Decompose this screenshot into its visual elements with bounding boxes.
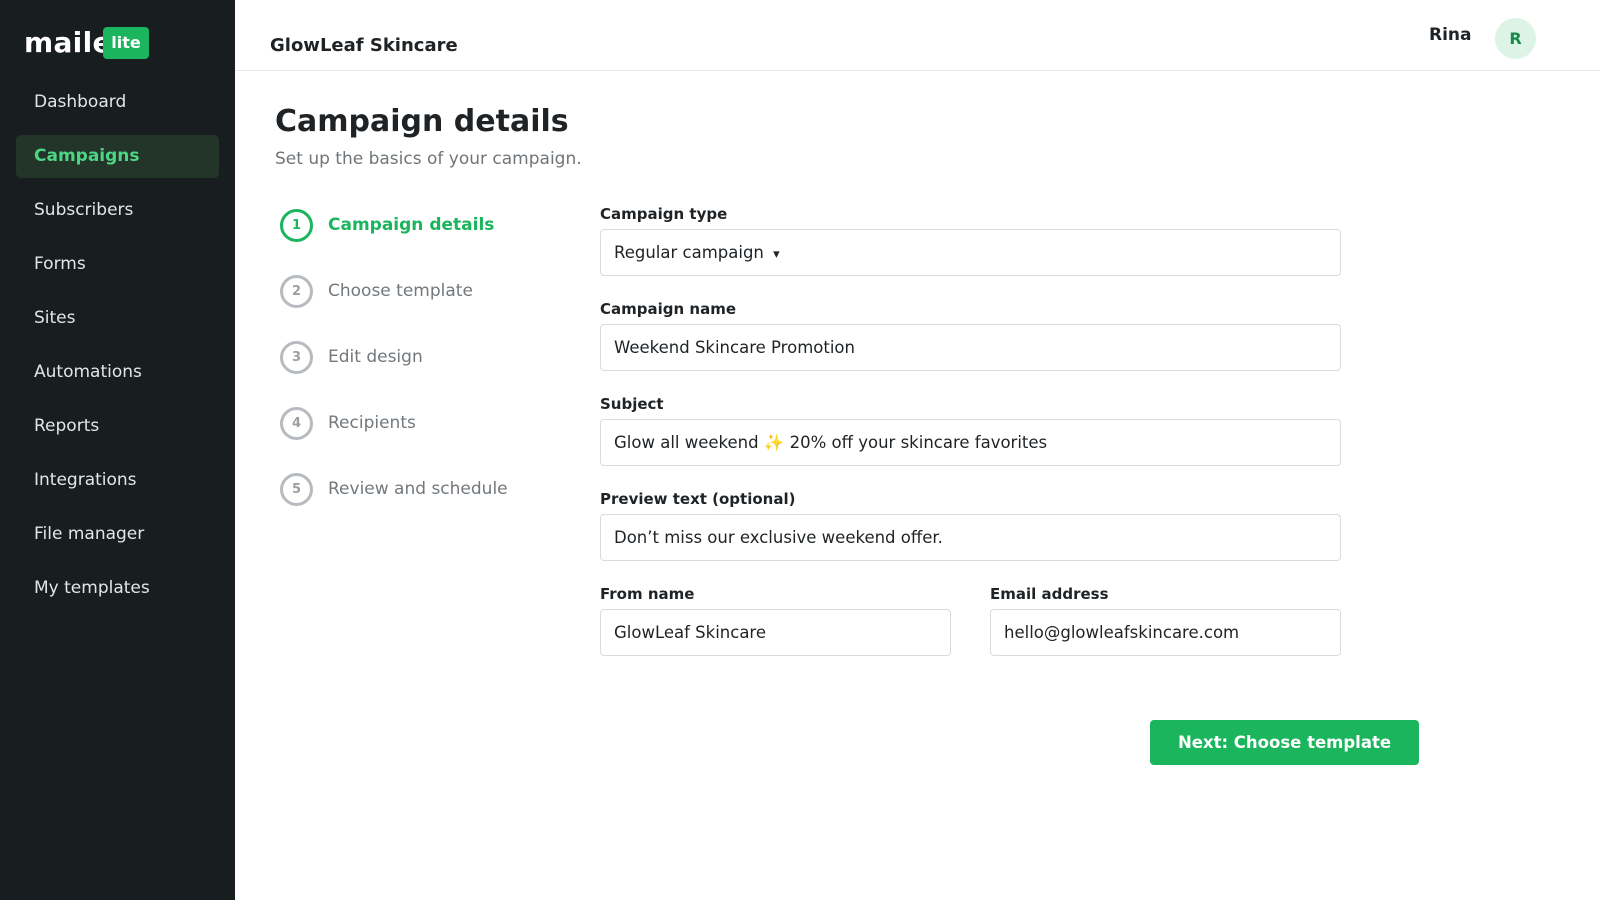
step-label: Review and schedule (328, 479, 508, 499)
sidebar-item-forms[interactable]: Forms (16, 243, 219, 286)
campaign-type-label: Campaign type (600, 205, 728, 223)
campaign-type-value: Regular campaign (614, 243, 764, 262)
step-number: 5 (280, 473, 313, 506)
step-number: 3 (280, 341, 313, 374)
sidebar-item-reports[interactable]: Reports (16, 405, 219, 448)
email-address-label: Email address (990, 585, 1109, 603)
step-number: 4 (280, 407, 313, 440)
sidebar-nav: Dashboard Campaigns Subscribers Forms Si… (16, 81, 219, 621)
sidebar-item-campaigns[interactable]: Campaigns (16, 135, 219, 178)
top-bar: GlowLeaf Skincare Rina R (235, 0, 1600, 71)
sidebar-item-my-templates[interactable]: My templates (16, 567, 219, 610)
step-label: Campaign details (328, 215, 495, 235)
subject-input[interactable] (600, 419, 1341, 466)
step-choose-template[interactable]: 2 Choose template (280, 275, 570, 309)
subject-label: Subject (600, 395, 664, 413)
step-recipients[interactable]: 4 Recipients (280, 407, 570, 441)
campaign-name-label: Campaign name (600, 300, 737, 318)
step-review-and-schedule[interactable]: 5 Review and schedule (280, 473, 570, 507)
organization-name: GlowLeaf Skincare (270, 35, 458, 56)
preview-text-label: Preview text (optional) (600, 490, 796, 508)
page-subtitle: Set up the basics of your campaign. (275, 149, 582, 169)
sidebar-item-sites[interactable]: Sites (16, 297, 219, 340)
page-title: Campaign details (275, 104, 569, 139)
sidebar-item-dashboard[interactable]: Dashboard (16, 81, 219, 124)
sidebar-item-automations[interactable]: Automations (16, 351, 219, 394)
from-name-label: From name (600, 585, 695, 603)
step-edit-design[interactable]: 3 Edit design (280, 341, 570, 375)
step-label: Edit design (328, 347, 423, 367)
sidebar-item-integrations[interactable]: Integrations (16, 459, 219, 502)
email-address-input[interactable] (990, 609, 1341, 656)
step-number: 2 (280, 275, 313, 308)
campaign-type-select[interactable]: Regular campaign ▾ (600, 229, 1341, 276)
user-name[interactable]: Rina (1429, 25, 1472, 45)
campaign-stepper: 1 Campaign details 2 Choose template 3 E… (280, 209, 570, 539)
chevron-down-icon: ▾ (773, 247, 780, 262)
step-campaign-details[interactable]: 1 Campaign details (280, 209, 570, 243)
step-label: Recipients (328, 413, 416, 433)
sidebar-item-file-manager[interactable]: File manager (16, 513, 219, 556)
preview-text-input[interactable] (600, 514, 1341, 561)
next-choose-template-button[interactable]: Next: Choose template (1150, 720, 1419, 765)
avatar[interactable]: R (1495, 18, 1536, 59)
sidebar: maile lite Dashboard Campaigns Subscribe… (0, 0, 235, 900)
campaign-name-input[interactable] (600, 324, 1341, 371)
from-name-input[interactable] (600, 609, 951, 656)
sidebar-item-subscribers[interactable]: Subscribers (16, 189, 219, 232)
logo-badge: lite (103, 27, 149, 59)
logo-text: maile (24, 26, 112, 59)
step-number: 1 (280, 209, 313, 242)
step-label: Choose template (328, 281, 473, 301)
